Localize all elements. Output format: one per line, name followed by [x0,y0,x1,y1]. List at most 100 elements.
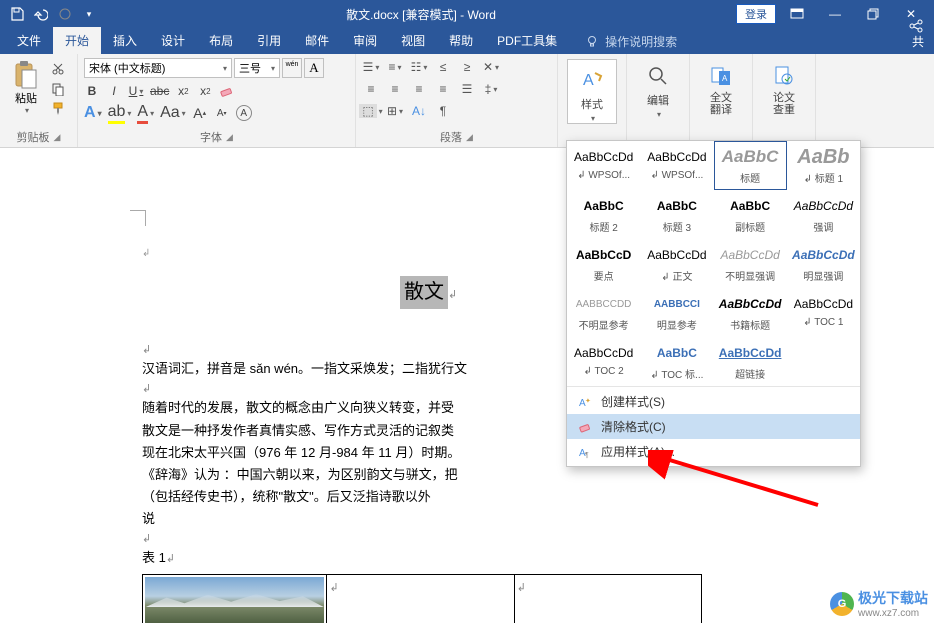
login-button[interactable]: 登录 [736,4,776,24]
tab-review[interactable]: 审阅 [341,27,389,54]
style-gallery-item[interactable]: AaBbCcD要点 [567,239,640,288]
doc-title-selected[interactable]: 散文 [400,276,448,309]
font-color-button[interactable]: A▾ [137,104,154,122]
dialog-launcher-icon[interactable]: ◢ [466,132,473,143]
show-marks-button[interactable]: ¶ [434,102,452,120]
distribute-button[interactable]: ☰ [458,80,476,98]
apply-style-menuitem[interactable]: A¶ 应用样式(A)... [567,439,860,464]
table-cell[interactable]: ↲ [327,575,514,623]
tab-design[interactable]: 设计 [149,27,197,54]
tab-home[interactable]: 开始 [53,27,101,54]
qat-dropdown-icon[interactable]: ▾ [78,3,100,25]
doc-paragraph[interactable]: 随着时代的发展，散文的概念由广义向狭义转变，并受 [142,400,454,415]
cut-button[interactable] [48,60,68,78]
grow-font-button[interactable]: A▴ [192,104,208,122]
underline-button[interactable]: U▾ [128,82,144,100]
multilevel-button[interactable]: ☷▾ [410,58,428,76]
paste-button[interactable]: 粘贴 ▾ [6,56,46,118]
style-gallery-item[interactable]: AaBbCcDd书籍标题 [714,288,787,337]
decrease-indent-button[interactable]: ≤ [434,58,452,76]
save-icon[interactable] [6,3,28,25]
superscript-button[interactable]: x2 [197,82,213,100]
styles-button[interactable]: A 样式▾ [567,59,617,124]
table-caption[interactable]: 表 1 [142,550,166,565]
bullets-button[interactable]: ☰▾ [362,58,380,76]
table-cell[interactable]: ↲ [514,575,701,623]
font-size-select[interactable]: 三号▾ [234,58,280,78]
dialog-launcher-icon[interactable]: ◢ [54,132,61,143]
redo-icon[interactable] [54,3,76,25]
style-gallery-item[interactable]: AaBbCcDd↲ TOC 1 [787,288,860,337]
doc-table[interactable]: ↲ ↲ [142,574,702,623]
tab-references[interactable]: 引用 [245,27,293,54]
tab-insert[interactable]: 插入 [101,27,149,54]
tab-view[interactable]: 视图 [389,27,437,54]
format-painter-button[interactable] [48,100,68,118]
align-right-button[interactable]: ≡ [410,80,428,98]
table-cell[interactable] [143,575,327,623]
doc-paragraph[interactable]: 散文是一种抒发作者真情实感、写作方式灵活的记叙类 [142,423,454,438]
style-gallery-item[interactable]: AaBbCcDd↲ WPSOf... [640,141,713,190]
subscript-button[interactable]: x2 [175,82,191,100]
justify-button[interactable]: ≡ [434,80,452,98]
copy-button[interactable] [48,80,68,98]
style-gallery-item[interactable]: AaBbC标题 [714,141,787,190]
create-style-menuitem[interactable]: A✦ 创建样式(S) [567,389,860,414]
borders-button[interactable]: ⊞▾ [386,102,404,120]
doc-paragraph[interactable]: 现在北宋太平兴国（976 年 12 月-984 年 11 月）时期。 [142,445,460,460]
style-gallery-item[interactable]: AABBCCI明显参考 [640,288,713,337]
style-gallery-item[interactable]: AaBbCcDd超链接 [714,337,787,386]
shading-button[interactable]: ⬚▾ [362,102,380,120]
doc-paragraph[interactable]: 说 [142,511,155,526]
style-gallery-item[interactable]: AaBbC副标题 [714,190,787,239]
doc-paragraph[interactable]: 《辞海》认为 ：中国六朝以来，为区别韵文与骈文，把 [142,467,458,482]
increase-indent-button[interactable]: ≥ [458,58,476,76]
editing-button[interactable]: 编辑▾ [633,56,683,119]
tab-file[interactable]: 文件 [5,27,53,54]
minimize-icon[interactable]: — [818,3,852,25]
font-name-select[interactable]: 宋体 (中文标题)▾ [84,58,232,78]
strikethrough-button[interactable]: abc [150,82,169,100]
restore-icon[interactable] [856,3,890,25]
phonetic-guide-button[interactable]: wén [282,58,302,78]
style-gallery-item[interactable]: AaBbC↲ TOC 标... [640,337,713,386]
style-gallery-item[interactable]: AaBbCcDd不明显强调 [714,239,787,288]
style-gallery-item[interactable]: AaBbC标题 3 [640,190,713,239]
dialog-launcher-icon[interactable]: ◢ [226,132,233,143]
undo-icon[interactable] [30,3,52,25]
paper-check-button[interactable]: 论文 查重 [759,56,809,116]
tab-help[interactable]: 帮助 [437,27,485,54]
bold-button[interactable]: B [84,82,100,100]
align-center-button[interactable]: ≡ [386,80,404,98]
style-gallery-item[interactable]: AaBbCcDd明显强调 [787,239,860,288]
tab-layout[interactable]: 布局 [197,27,245,54]
style-gallery-item[interactable]: AaBb↲ 标题 1 [787,141,860,190]
shrink-font-button[interactable]: A▾ [214,104,230,122]
style-gallery-item[interactable]: AaBbCcDd↲ 正文 [640,239,713,288]
italic-button[interactable]: I [106,82,122,100]
change-case-button[interactable]: Aa▾ [160,104,186,122]
align-left-button[interactable]: ≡ [362,80,380,98]
enclose-char-button[interactable]: A [236,105,252,121]
style-gallery-item[interactable]: AaBbCcDd↲ WPSOf... [567,141,640,190]
tell-me-search[interactable]: 操作说明搜索 [585,33,677,54]
clear-format-menuitem[interactable]: 清除格式(C) [567,414,860,439]
line-spacing-button[interactable]: ‡▾ [482,80,500,98]
share-button[interactable]: 共 [908,19,934,54]
asian-layout-button[interactable]: ✕▾ [482,58,500,76]
style-gallery-item[interactable]: AABBCCDD不明显参考 [567,288,640,337]
clear-format-button[interactable] [219,82,235,100]
style-gallery-item[interactable]: AaBbCcDd↲ TOC 2 [567,337,640,386]
sort-button[interactable]: A↓ [410,102,428,120]
char-border-button[interactable]: A [304,58,324,78]
translate-button[interactable]: A 全文 翻译 [696,56,746,116]
numbering-button[interactable]: ≡▾ [386,58,404,76]
doc-paragraph[interactable]: （包括经传史书），统称"散文"。后又泛指诗歌以外 [142,489,431,504]
ribbon-display-icon[interactable] [780,3,814,25]
tab-mailings[interactable]: 邮件 [293,27,341,54]
style-gallery-item[interactable]: AaBbC标题 2 [567,190,640,239]
text-effects-button[interactable]: A▾ [84,104,102,122]
style-gallery-item[interactable]: AaBbCcDd强调 [787,190,860,239]
tab-pdf[interactable]: PDF工具集 [485,27,569,54]
doc-paragraph[interactable]: 汉语词汇，拼音是 sǎn wén。一指文采焕发；二指犹行文 [142,361,467,376]
